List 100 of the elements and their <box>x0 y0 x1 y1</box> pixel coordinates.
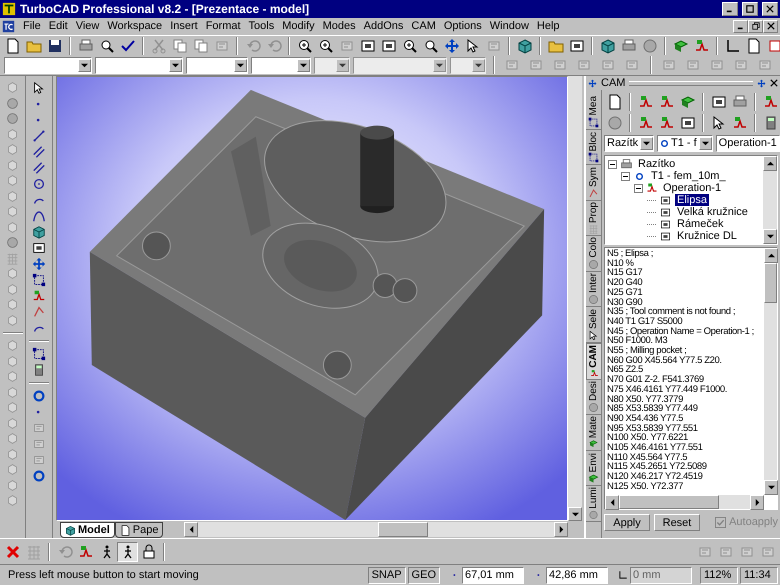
solid-icon[interactable] <box>6 339 19 352</box>
menu-item[interactable]: Window <box>486 18 533 34</box>
padlock-icon[interactable] <box>140 544 156 560</box>
document-restore-button[interactable] <box>748 20 763 32</box>
group-icon[interactable] <box>588 152 599 164</box>
check-icon[interactable] <box>120 38 136 54</box>
rotate-icon[interactable] <box>660 139 669 148</box>
copy-icon[interactable] <box>172 38 188 54</box>
move-icon[interactable] <box>757 78 766 88</box>
toolpath-icon[interactable] <box>78 544 94 560</box>
status-toggle[interactable]: SNAP <box>368 566 406 584</box>
operation-name-field[interactable]: Operation-1 <box>716 135 780 152</box>
sphere-icon[interactable] <box>588 294 599 306</box>
printer-icon[interactable] <box>732 94 748 110</box>
side-tab[interactable]: Envi <box>586 450 601 486</box>
maximize-button[interactable] <box>742 2 758 16</box>
menu-item[interactable]: Modify <box>278 18 319 34</box>
page-icon[interactable] <box>746 38 762 54</box>
tree-item[interactable]: Kružnice DL <box>675 230 739 242</box>
sphere-icon[interactable] <box>588 510 599 520</box>
close-button[interactable] <box>762 2 778 16</box>
toolpath-icon[interactable] <box>732 114 748 130</box>
caret-icon[interactable] <box>236 62 244 68</box>
collapse-icon[interactable] <box>621 172 630 180</box>
side-tab[interactable]: Lumi <box>586 486 601 522</box>
page-icon[interactable] <box>606 94 622 110</box>
horizontal-scrollbar[interactable] <box>184 522 568 537</box>
frame-icon[interactable] <box>568 38 584 54</box>
side-tab[interactable]: Prop <box>586 200 601 236</box>
menu-item[interactable]: View <box>72 18 104 34</box>
cube-icon[interactable] <box>65 524 76 536</box>
group-icon[interactable] <box>32 273 46 287</box>
side-tab[interactable]: Mea <box>586 94 601 130</box>
menu-item[interactable]: Workspace <box>103 18 166 34</box>
left-arrow-icon[interactable] <box>188 526 194 533</box>
action-button[interactable]: Reset <box>654 514 700 530</box>
close-icon[interactable] <box>766 5 774 13</box>
caret-icon[interactable] <box>474 62 482 68</box>
caret-icon[interactable] <box>702 140 709 147</box>
dropdown[interactable] <box>186 56 248 74</box>
page-icon[interactable] <box>120 524 131 536</box>
status-toggle[interactable]: GEO <box>408 566 440 584</box>
cursor-icon[interactable] <box>588 330 599 342</box>
solid-icon[interactable] <box>6 128 19 141</box>
down-arrow-icon[interactable] <box>768 484 774 491</box>
document-close-button[interactable] <box>763 20 778 32</box>
caret-icon[interactable] <box>436 62 444 68</box>
solid-icon[interactable] <box>6 143 19 156</box>
solid-icon[interactable] <box>6 298 19 312</box>
caret-icon[interactable] <box>300 62 307 68</box>
cursor-icon[interactable] <box>32 81 46 95</box>
dropdown[interactable] <box>314 56 350 74</box>
cursor-icon[interactable] <box>710 114 726 130</box>
menu-item[interactable]: Format <box>202 18 245 34</box>
scrollbar-thumb[interactable] <box>378 522 428 537</box>
sphere-icon[interactable] <box>642 38 658 54</box>
right-arrow-icon[interactable] <box>558 526 564 533</box>
horizontal-scrollbar[interactable] <box>605 495 764 509</box>
page-icon[interactable] <box>4 38 20 54</box>
solid-icon[interactable] <box>6 190 19 203</box>
solid-icon[interactable] <box>6 81 19 94</box>
rotate-icon[interactable] <box>32 469 46 483</box>
cube-icon[interactable] <box>32 225 46 239</box>
solid-icon[interactable] <box>6 448 19 461</box>
side-tab[interactable]: CAM <box>586 343 601 380</box>
document-tab[interactable]: Pape <box>114 522 164 538</box>
sphere-icon[interactable] <box>606 114 622 130</box>
block-icon[interactable] <box>672 38 688 54</box>
collapse-icon[interactable] <box>634 184 643 192</box>
circle-icon[interactable] <box>32 177 46 191</box>
zoom-in-icon[interactable] <box>296 38 312 54</box>
printer-icon[interactable] <box>78 38 94 54</box>
collapse-icon[interactable] <box>608 160 617 168</box>
side-tab[interactable]: Sym <box>586 165 601 201</box>
scrollbar-thumb[interactable] <box>619 495 719 509</box>
magnifier-icon[interactable] <box>98 38 114 54</box>
side-tab[interactable]: Desi <box>586 380 601 416</box>
solid-icon[interactable] <box>6 370 19 384</box>
block-icon[interactable] <box>588 473 599 484</box>
cursor-icon[interactable] <box>464 38 480 54</box>
toolpath-icon[interactable] <box>638 114 654 130</box>
caret-icon[interactable] <box>338 62 346 68</box>
caret-icon[interactable] <box>172 62 178 68</box>
frame-icon[interactable] <box>32 241 46 255</box>
square-icon[interactable] <box>766 38 780 54</box>
part-dropdown[interactable]: Razítk <box>604 135 654 152</box>
solid-icon[interactable] <box>6 205 19 218</box>
tree-item[interactable]: Razítko <box>636 158 678 170</box>
minimize-button[interactable] <box>722 2 738 16</box>
solid-icon[interactable] <box>6 158 19 172</box>
move-icon[interactable] <box>444 38 460 54</box>
cube-icon[interactable] <box>600 38 616 54</box>
sphere-icon[interactable] <box>588 402 599 414</box>
printer-icon[interactable] <box>620 38 636 54</box>
solid-icon[interactable] <box>6 220 19 234</box>
sphere-icon[interactable] <box>6 112 19 126</box>
up-arrow-icon[interactable] <box>768 252 774 259</box>
solid-icon[interactable] <box>6 386 19 399</box>
menu-item[interactable]: File <box>19 18 45 34</box>
right-arrow-icon[interactable] <box>754 499 760 506</box>
